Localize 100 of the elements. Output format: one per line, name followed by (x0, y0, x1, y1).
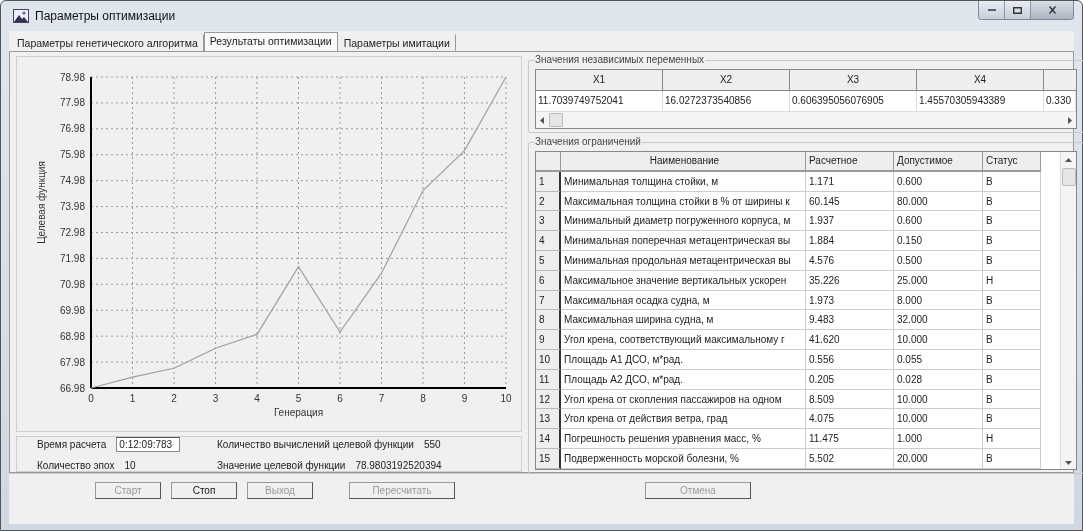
scroll-thumb[interactable] (1061, 168, 1076, 186)
tick-label: 68.98 (59, 330, 85, 342)
column-header: X3 (790, 70, 917, 91)
tab[interactable]: Результаты оптимизации (203, 32, 338, 51)
row-number: 14 (536, 429, 561, 449)
close-icon (1048, 6, 1056, 14)
table-cell: В (983, 349, 1041, 370)
column-header: Допустимое (894, 152, 983, 172)
table-cell: 0.600 (894, 171, 983, 192)
window-title: Параметры оптимизации (35, 9, 176, 23)
scroll-thumb[interactable] (549, 113, 563, 127)
row-number: 4 (536, 231, 561, 251)
tick-label: 71.98 (59, 252, 85, 264)
table-cell: 35.226 (806, 270, 894, 291)
row-number: 3 (536, 211, 561, 232)
table-cell: 0.205 (806, 369, 894, 390)
table-cell: В (983, 290, 1041, 311)
tick-label: 67.98 (59, 356, 85, 368)
table-cell: 0.556 (806, 349, 894, 370)
tick-label: 3 (212, 393, 219, 404)
maximize-icon (1013, 6, 1022, 14)
tick-label: 70.98 (59, 278, 85, 290)
tick-label: 77.98 (59, 97, 85, 109)
button: Пересчитать (349, 482, 455, 499)
tick-label: 78.98 (59, 71, 85, 83)
table-cell: 1.171 (806, 171, 894, 192)
table-cell: Угол крена от действия ветра, град (561, 409, 806, 430)
table-cell: 20.000 (894, 448, 983, 469)
table-cell: Угол крена, соответствующий максимальному г (561, 330, 806, 350)
left-arrow-icon[interactable] (540, 116, 545, 124)
tab[interactable]: Параметры генетического алгоритма (11, 34, 204, 51)
minimize-button[interactable] (979, 1, 1005, 19)
right-arrow-icon[interactable] (1067, 116, 1072, 124)
table-cell: Н (983, 429, 1041, 449)
column-header: X2 (663, 70, 790, 91)
table-cell: Максимальная ширина судна, м (561, 310, 806, 331)
tick-label: 74.98 (59, 175, 85, 187)
button: Выход (247, 482, 313, 499)
table-cell: Минимальная поперечная метацентрическая вы (561, 231, 806, 251)
table-cell: В (983, 409, 1041, 430)
axis-title: Генерация (273, 407, 324, 418)
table-cell: 25.000 (894, 270, 983, 291)
table-cell: Максимальная толщина стойки в % от ширины к (561, 191, 806, 212)
tick-label: 6 (337, 393, 343, 404)
minimize-icon (987, 9, 996, 11)
table-cell: Минимальная продольная метацентрическая вы (561, 251, 806, 271)
stat-value: 550 (423, 439, 441, 450)
window-icon (13, 9, 29, 23)
table-cell: 8.509 (806, 389, 894, 410)
table-cell: 1.937 (806, 211, 894, 232)
button[interactable]: Стоп (171, 482, 237, 499)
up-arrow-icon[interactable] (1065, 158, 1072, 162)
maximize-button[interactable] (1005, 1, 1031, 19)
tick-label: 8 (420, 393, 426, 404)
table-cell: В (983, 191, 1041, 212)
table-cell: В (983, 448, 1041, 469)
stat-label: Количество эпох (37, 460, 115, 471)
row-number: 8 (536, 310, 561, 331)
tab[interactable]: Параметры имитации (337, 34, 456, 51)
column-header: X4 (917, 70, 1044, 91)
group-title: Значения ограничений (534, 136, 642, 147)
button: Отмена (645, 482, 751, 499)
close-button[interactable] (1031, 1, 1073, 19)
table-cell: Погрешность решения уравнения масс, % (561, 429, 806, 449)
table-cell: 0.500 (894, 251, 983, 271)
tick-label: 9 (461, 393, 468, 404)
table-cell: В (983, 231, 1041, 251)
table-cell: 5.502 (806, 448, 894, 469)
table-cell: 0.055 (894, 349, 983, 370)
down-arrow-icon[interactable] (1065, 460, 1072, 465)
tick-label: 66.98 (59, 382, 85, 394)
stat-label: Количество вычислений целевой функции (217, 439, 414, 450)
table-cell: В (983, 251, 1041, 271)
button: Старт (95, 482, 161, 499)
header-corner (536, 152, 561, 172)
stat-value: 10 (124, 460, 136, 471)
table-cell: Минимальная толщина стойки, м (561, 171, 806, 192)
table-cell: 11.475 (806, 429, 894, 449)
table-cell: Н (983, 270, 1041, 291)
tick-label: 76.98 (59, 123, 85, 135)
table-cell: Площадь А2 ДСО, м*рад. (561, 369, 806, 390)
table-cell: 80.000 (894, 191, 983, 212)
table-cell: Площадь А1 ДСО, м*рад. (561, 349, 806, 370)
table-cell: В (983, 330, 1041, 350)
stat-label: Значение целевой функции (217, 460, 346, 471)
tick-label: 5 (295, 393, 302, 404)
tick-label: 4 (254, 393, 260, 404)
table-cell: 1.973 (806, 290, 894, 311)
stat-value: 78.9803192520394 (355, 460, 442, 471)
tick-label: 73.98 (59, 201, 85, 213)
tick-label: 10 (500, 393, 512, 404)
axis-title: Целевая функция (36, 161, 47, 244)
table-cell: 9.483 (806, 310, 894, 331)
input-field[interactable]: 0:12:09:783 (116, 437, 181, 452)
tick-label: 0 (88, 393, 94, 404)
table-cell: В (983, 310, 1041, 331)
table-cell: 60.145 (806, 191, 894, 212)
table-cell: В (983, 171, 1041, 192)
table-cell: 0.028 (894, 369, 983, 390)
column-header: X1 (536, 70, 663, 91)
